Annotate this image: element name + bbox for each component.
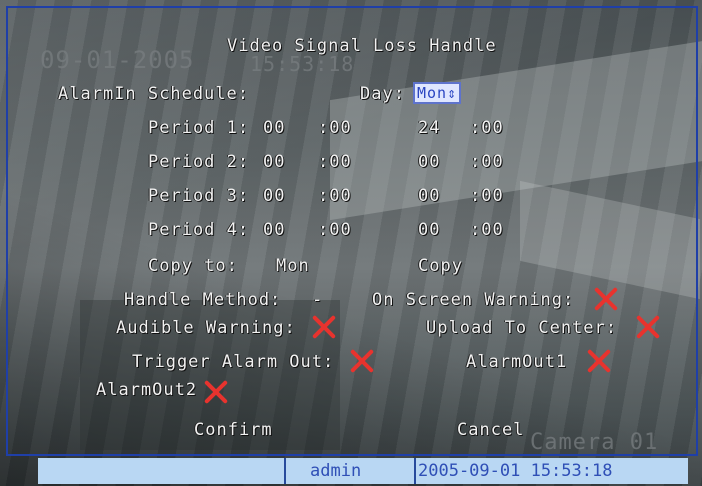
copy-to-select[interactable]: Mon bbox=[276, 256, 310, 276]
period-end-minute[interactable]: :00 bbox=[470, 118, 504, 138]
on-screen-warning-checkbox[interactable] bbox=[594, 287, 618, 311]
period-start-minute[interactable]: :00 bbox=[318, 118, 352, 138]
alarmin-schedule-label: AlarmIn Schedule: bbox=[58, 84, 249, 104]
audible-warning-checkbox[interactable] bbox=[312, 315, 336, 339]
alarmout1-checkbox[interactable] bbox=[587, 349, 611, 373]
status-datetime: 2005-09-01 15:53:18 bbox=[418, 461, 613, 481]
status-divider bbox=[284, 458, 286, 484]
on-screen-warning-label: On Screen Warning: bbox=[372, 290, 575, 310]
period-label: Period 1: bbox=[148, 118, 250, 138]
period-start-minute[interactable]: :00 bbox=[318, 152, 352, 172]
upload-to-center-checkbox[interactable] bbox=[636, 315, 660, 339]
dialog-title: Video Signal Loss Handle bbox=[227, 36, 497, 56]
alarmout1-label: AlarmOut1 bbox=[466, 352, 568, 372]
period-start-minute[interactable]: :00 bbox=[318, 186, 352, 206]
alarmout2-checkbox[interactable] bbox=[204, 380, 228, 404]
period-end-hour[interactable]: 00 bbox=[418, 152, 440, 172]
alarmout2-label: AlarmOut2 bbox=[96, 380, 198, 400]
copy-to-label: Copy to: bbox=[148, 256, 238, 276]
status-divider bbox=[414, 458, 416, 484]
confirm-button[interactable]: Confirm bbox=[194, 420, 273, 440]
period-label: Period 4: bbox=[148, 220, 250, 240]
period-start-hour[interactable]: 00 bbox=[263, 118, 285, 138]
period-label: Period 3: bbox=[148, 186, 250, 206]
status-bar: admin 2005-09-01 15:53:18 bbox=[38, 458, 688, 484]
status-user: admin bbox=[310, 461, 362, 481]
handle-method-separator: - bbox=[312, 290, 324, 310]
period-end-minute[interactable]: :00 bbox=[470, 220, 504, 240]
period-start-minute[interactable]: :00 bbox=[318, 220, 352, 240]
period-end-hour[interactable]: 00 bbox=[418, 220, 440, 240]
period-end-minute[interactable]: :00 bbox=[470, 152, 504, 172]
cancel-button[interactable]: Cancel bbox=[457, 420, 524, 440]
day-select-value: Mon bbox=[417, 84, 448, 102]
trigger-alarm-out-checkbox[interactable] bbox=[350, 349, 374, 373]
period-start-hour[interactable]: 00 bbox=[263, 220, 285, 240]
trigger-alarm-out-label: Trigger Alarm Out: bbox=[132, 352, 335, 372]
day-label: Day: bbox=[360, 84, 405, 104]
period-label: Period 2: bbox=[148, 152, 250, 172]
updown-icon: ⇕ bbox=[447, 84, 458, 102]
period-start-hour[interactable]: 00 bbox=[263, 186, 285, 206]
period-end-minute[interactable]: :00 bbox=[470, 186, 504, 206]
copy-button[interactable]: Copy bbox=[418, 256, 463, 276]
period-start-hour[interactable]: 00 bbox=[263, 152, 285, 172]
period-end-hour[interactable]: 24 bbox=[418, 118, 440, 138]
period-end-hour[interactable]: 00 bbox=[418, 186, 440, 206]
day-select[interactable]: Mon⇕ bbox=[413, 82, 462, 104]
audible-warning-label: Audible Warning: bbox=[116, 318, 296, 338]
upload-to-center-label: Upload To Center: bbox=[426, 318, 617, 338]
handle-method-label: Handle Method: bbox=[124, 290, 282, 310]
